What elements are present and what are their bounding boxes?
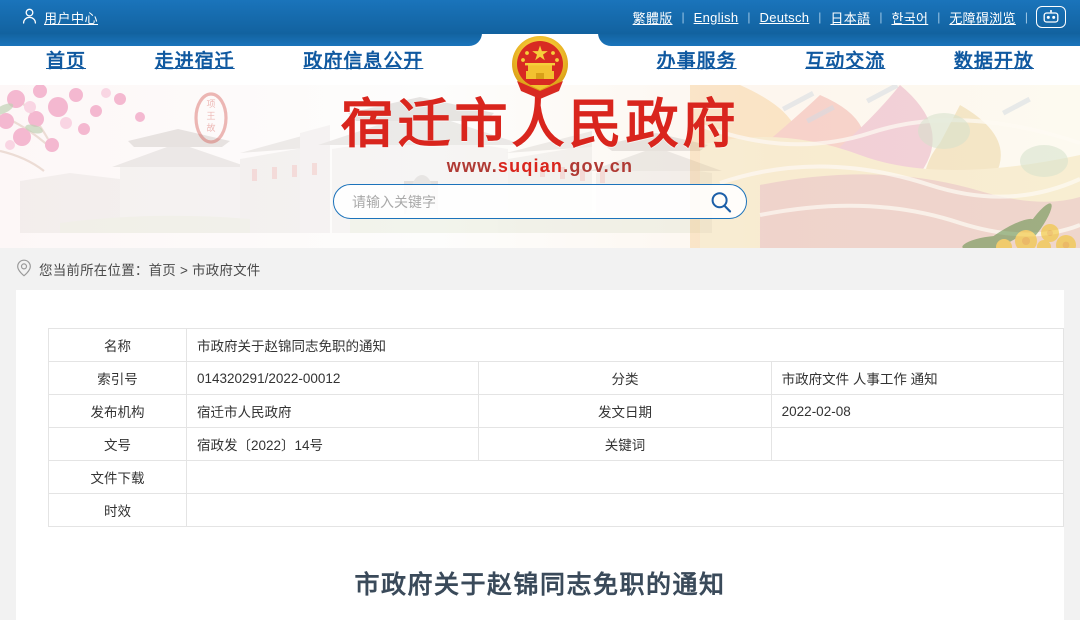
china-national-emblem (503, 30, 577, 104)
nav-item-home[interactable]: 首页 (46, 46, 86, 73)
table-row: 文号 宿政发〔2022〕14号 关键词 (48, 427, 1065, 461)
site-title: 宿迁市人民政府 (340, 94, 740, 155)
document-meta-table: 名称 市政府关于赵锦同志免职的通知 索引号 014320291/2022-000… (48, 328, 1065, 527)
location-pin-icon (16, 259, 32, 280)
main-navigation-bar: 首页 走进宿迁 政府信息公开 办事服务 互动交流 数据开放 (0, 33, 1080, 99)
breadcrumb-text[interactable]: 您当前所在位置：首页 > 市政府文件 (39, 259, 261, 279)
meta-value-issue-date: 2022-02-08 (770, 394, 1065, 428)
content-card: 名称 市政府关于赵锦同志免职的通知 索引号 014320291/2022-000… (16, 290, 1065, 620)
lang-link-korean[interactable]: 한국어 (882, 8, 937, 27)
meta-label-category: 分类 (478, 361, 772, 395)
site-url: www.suqian.gov.cn (0, 156, 1080, 177)
lang-link-traditional[interactable]: 繁體版 (624, 8, 682, 27)
nav-item-open-data[interactable]: 数据开放 (954, 46, 1034, 73)
meta-label-index: 索引号 (48, 361, 187, 395)
site-url-suffix: .gov.cn (563, 156, 634, 177)
meta-value-validity (186, 493, 1064, 527)
meta-label-issuer: 发布机构 (48, 394, 187, 428)
meta-label-issue-date: 发文日期 (478, 394, 772, 428)
meta-value-index: 014320291/2022-00012 (185, 361, 480, 395)
lang-link-english[interactable]: English (685, 10, 748, 25)
meta-label-docnum: 文号 (48, 427, 187, 461)
table-row: 索引号 014320291/2022-00012 分类 市政府文件 人事工作 通… (48, 361, 1065, 395)
search-input[interactable] (352, 193, 708, 210)
top-utility-bar: 用户中心 繁體版 | English | Deutsch | 日本語 | 한국어… (0, 0, 1080, 34)
user-center-label: 用户中心 (44, 10, 99, 26)
nav-item-about-suqian[interactable]: 走进宿迁 (155, 46, 235, 73)
user-center-link[interactable]: 用户中心 (22, 8, 98, 27)
site-url-main: suqian (497, 156, 564, 177)
table-row: 名称 市政府关于赵锦同志免职的通知 (48, 328, 1064, 362)
meta-value-keywords (770, 427, 1065, 461)
meta-value-download[interactable] (186, 460, 1064, 494)
meta-label-download: 文件下载 (48, 460, 187, 494)
meta-label-name: 名称 (48, 328, 187, 362)
search-icon[interactable] (708, 189, 734, 215)
lang-link-japanese[interactable]: 日本語 (821, 8, 879, 27)
robot-icon[interactable] (1036, 6, 1066, 28)
lang-link-deutsch[interactable]: Deutsch (751, 10, 819, 25)
breadcrumb: 您当前所在位置：首页 > 市政府文件 (0, 248, 1080, 290)
table-row: 时效 (48, 493, 1064, 527)
meta-label-validity: 时效 (48, 493, 187, 527)
table-row: 文件下载 (48, 460, 1064, 494)
user-icon (22, 8, 37, 27)
site-brand: 宿迁市人民政府 www.suqian.gov.cn (0, 94, 1080, 177)
nav-item-gov-info-open[interactable]: 政府信息公开 (303, 46, 423, 73)
accessibility-browse-link[interactable]: 无障碍浏览 (940, 8, 1025, 27)
table-row: 发布机构 宿迁市人民政府 发文日期 2022-02-08 (48, 394, 1065, 428)
language-links: 繁體版 | English | Deutsch | 日本語 | 한국어 | 无障… (624, 6, 1066, 28)
meta-value-name: 市政府关于赵锦同志免职的通知 (186, 328, 1064, 362)
meta-value-issuer: 宿迁市人民政府 (185, 394, 480, 428)
nav-item-services[interactable]: 办事服务 (657, 46, 737, 73)
site-search-box[interactable] (333, 184, 747, 219)
document-title: 市政府关于赵锦同志免职的通知 (354, 571, 726, 599)
site-banner: 项 王 故 宿迁市人民政府 www.suqian.gov.cn 请输入关键字 (0, 85, 1080, 248)
meta-value-docnum: 宿政发〔2022〕14号 (185, 427, 480, 461)
nav-item-interaction[interactable]: 互动交流 (805, 46, 885, 73)
lang-separator: | (1024, 10, 1028, 24)
meta-label-keywords: 关键词 (478, 427, 772, 461)
meta-value-category: 市政府文件 人事工作 通知 (770, 361, 1065, 395)
site-url-prefix: www. (446, 156, 498, 177)
